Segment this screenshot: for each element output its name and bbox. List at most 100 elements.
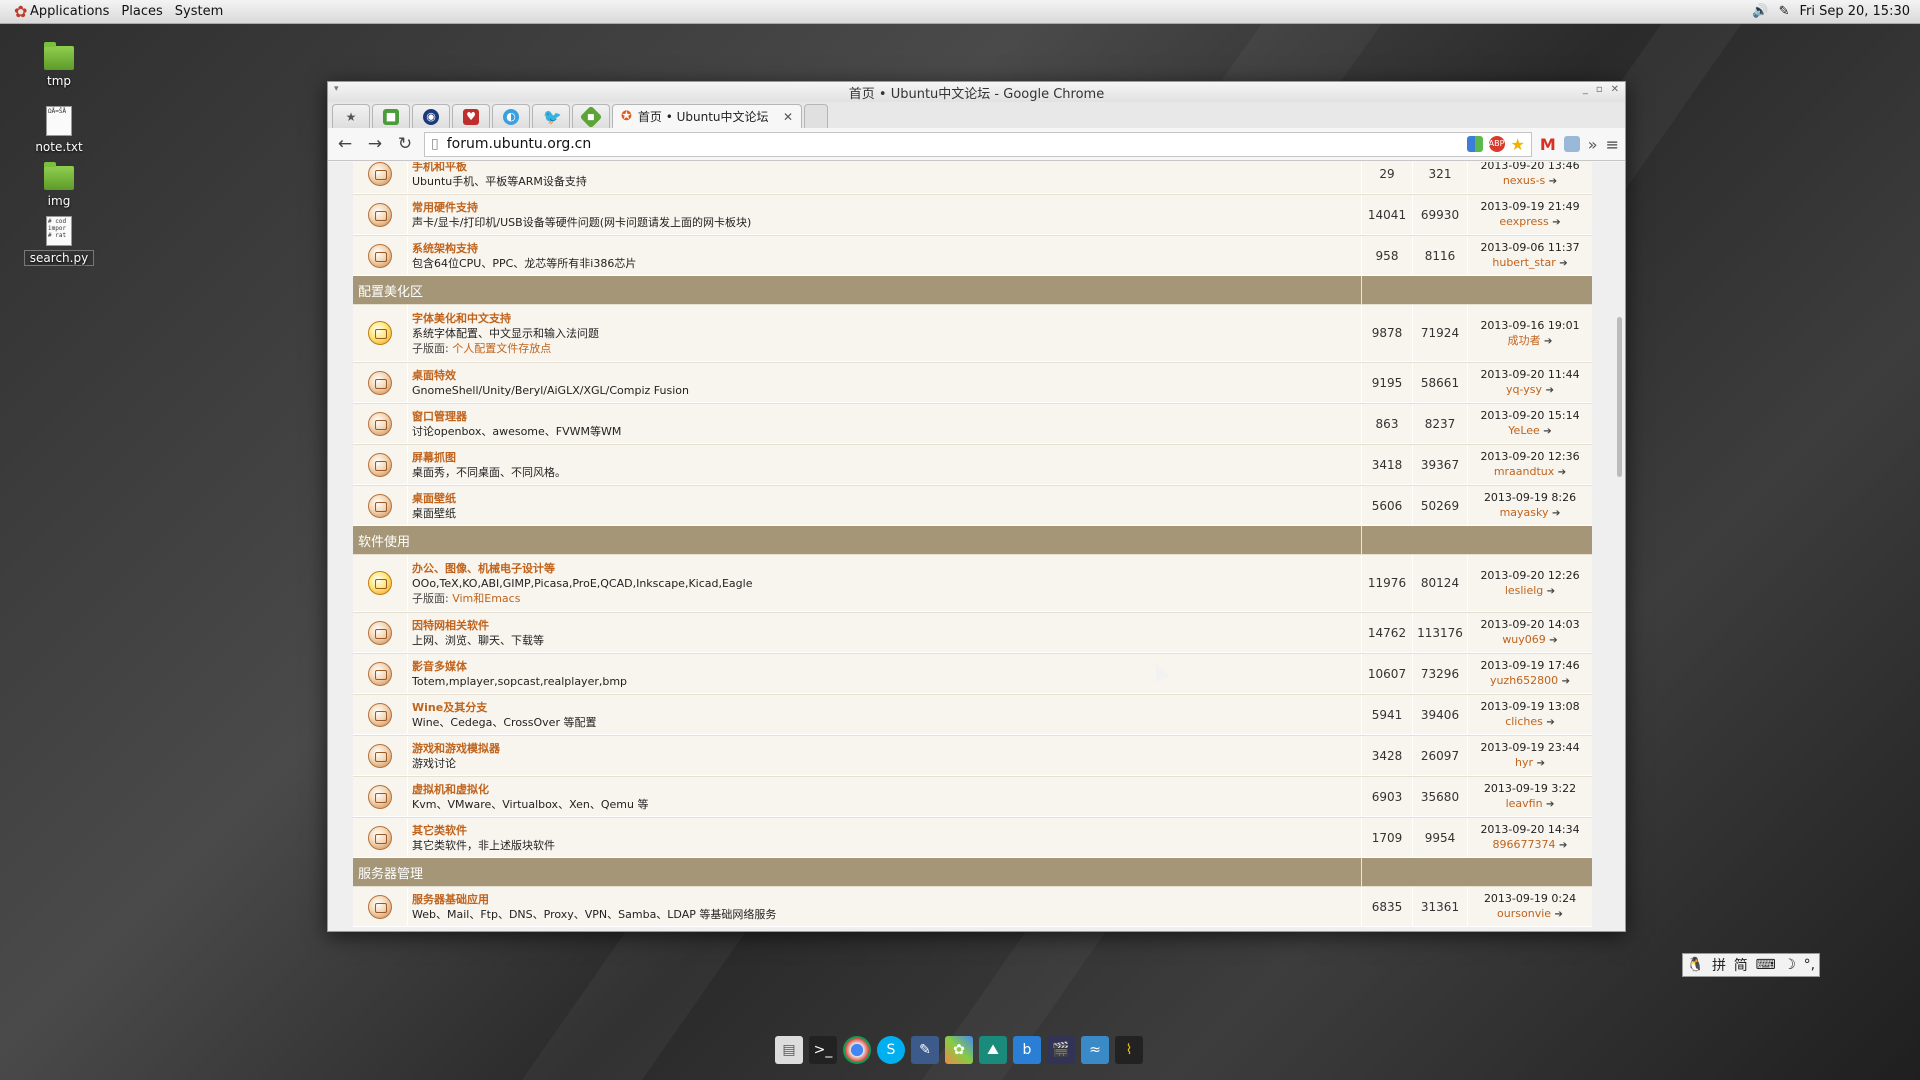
tab-pinned-2[interactable]: ◉ <box>412 104 450 128</box>
subforum-link[interactable]: 个人配置文件存放点 <box>452 342 551 355</box>
tab-pinned-4[interactable]: ◐ <box>492 104 530 128</box>
last-post-user-link[interactable]: yuzh652800 <box>1490 674 1558 687</box>
goto-last-post-icon[interactable]: ➔ <box>1537 758 1545 769</box>
last-post-user-link[interactable]: nexus-s <box>1503 174 1545 187</box>
last-post-user-link[interactable]: leavfin <box>1506 797 1543 810</box>
applications-menu[interactable]: Applications <box>24 4 115 19</box>
forward-icon[interactable]: → <box>364 134 386 154</box>
video-icon[interactable]: 🎬 <box>1047 1036 1075 1064</box>
last-post-user-link[interactable]: cliches <box>1505 715 1543 728</box>
goto-last-post-icon[interactable]: ➔ <box>1546 385 1554 396</box>
tab-pinned-5[interactable]: 🐦 <box>532 104 570 128</box>
last-post-user-link[interactable]: wuy069 <box>1502 633 1545 646</box>
punctuation-icon[interactable]: °, <box>1804 957 1815 973</box>
page-scrollbar[interactable] <box>1617 162 1623 931</box>
places-menu[interactable]: Places <box>115 4 168 19</box>
halfwidth-icon[interactable]: ☽ <box>1783 957 1796 973</box>
last-post-user-link[interactable]: leslielg <box>1505 584 1543 597</box>
minimize-icon[interactable]: _ <box>1583 84 1588 95</box>
goto-last-post-icon[interactable]: ➔ <box>1549 176 1557 187</box>
goto-last-post-icon[interactable]: ➔ <box>1544 336 1552 347</box>
tab-pinned-1[interactable]: ■ <box>372 104 410 128</box>
forum-title-link[interactable]: 办公、图像、机械电子设计等 <box>412 561 1361 576</box>
system-menu[interactable]: System <box>169 4 229 19</box>
close-icon[interactable]: ✕ <box>1611 84 1619 95</box>
goto-last-post-icon[interactable]: ➔ <box>1543 426 1551 437</box>
last-post-user-link[interactable]: 成功者 <box>1508 334 1541 347</box>
network-icon[interactable]: ✎ <box>1779 4 1790 19</box>
translate-icon[interactable] <box>1466 136 1483 152</box>
last-post-user-link[interactable]: hyr <box>1515 756 1533 769</box>
goto-last-post-icon[interactable]: ➔ <box>1547 586 1555 597</box>
subforum-link[interactable]: Vim和Emacs <box>452 592 520 605</box>
desktop-icon-search[interactable]: # cod impor # rat search.py <box>24 216 94 266</box>
last-post-user-link[interactable]: oursonvie <box>1497 907 1551 920</box>
goto-last-post-icon[interactable]: ➔ <box>1546 799 1554 810</box>
category-title-link[interactable]: 软件使用 <box>353 526 1361 554</box>
tab-bookmarks[interactable]: ★ <box>332 104 370 128</box>
new-tab-button[interactable] <box>804 104 828 128</box>
forum-title-link[interactable]: 虚拟机和虚拟化 <box>412 782 1361 797</box>
forum-title-link[interactable]: 桌面特效 <box>412 368 1361 383</box>
simplified-toggle[interactable]: 简 <box>1734 955 1748 975</box>
forum-title-link[interactable]: 字体美化和中文支持 <box>412 311 1361 326</box>
last-post-user-link[interactable]: yq-ysy <box>1506 383 1542 396</box>
volume-icon[interactable]: 🔊 <box>1752 4 1768 19</box>
last-post-user-link[interactable]: mraandtux <box>1494 465 1554 478</box>
gmail-icon[interactable]: M <box>1540 135 1556 154</box>
panel-clock[interactable]: Fri Sep 20, 15:30 <box>1799 4 1910 19</box>
address-bar[interactable]: ▯ forum.ubuntu.org.cn ABP ★ <box>424 131 1532 157</box>
forum-title-link[interactable]: 手机和平板 <box>412 162 1361 174</box>
last-post-user-link[interactable]: 896677374 <box>1493 838 1556 851</box>
back-icon[interactable]: ← <box>334 134 356 154</box>
goto-last-post-icon[interactable]: ➔ <box>1558 467 1566 478</box>
tab-active[interactable]: ✪ 首页 • Ubuntu中文论坛 ✕ <box>612 104 802 128</box>
chrome-menu-icon[interactable]: ≡ <box>1606 135 1619 154</box>
system-monitor-icon[interactable]: ⌇ <box>1115 1036 1143 1064</box>
chrome-icon[interactable] <box>843 1036 871 1064</box>
fcitx-icon[interactable]: 🐧 <box>1687 957 1704 973</box>
forum-title-link[interactable]: Wine及其分支 <box>412 700 1361 715</box>
goto-last-post-icon[interactable]: ➔ <box>1552 217 1560 228</box>
maps-icon[interactable]: ⛰ <box>979 1036 1007 1064</box>
last-post-user-link[interactable]: eexpress <box>1499 215 1548 228</box>
forum-title-link[interactable]: 桌面壁纸 <box>412 491 1361 506</box>
paint-icon[interactable]: ✿ <box>945 1036 973 1064</box>
category-title-link[interactable]: 服务器管理 <box>353 858 1361 886</box>
tab-pinned-3[interactable]: ♥ <box>452 104 490 128</box>
last-post-user-link[interactable]: YeLee <box>1508 424 1540 437</box>
tab-close-icon[interactable]: ✕ <box>783 110 793 124</box>
goto-last-post-icon[interactable]: ➔ <box>1559 258 1567 269</box>
desktop-icon-note[interactable]: ΩÅ=ŠÅ note.txt <box>24 106 94 154</box>
forum-title-link[interactable]: 系统架构支持 <box>412 241 1361 256</box>
last-post-user-link[interactable]: hubert_star <box>1492 256 1555 269</box>
terminal-icon[interactable]: >_ <box>809 1036 837 1064</box>
files-icon[interactable]: ▤ <box>775 1036 803 1064</box>
reload-icon[interactable]: ↻ <box>394 134 416 154</box>
window-menu-icon[interactable]: ▾ <box>334 84 339 94</box>
extension-icon[interactable] <box>1563 136 1580 152</box>
window-titlebar[interactable]: ▾ 首页 • Ubuntu中文论坛 - Google Chrome _ ▫ ✕ <box>328 82 1625 102</box>
category-title-link[interactable]: 配置美化区 <box>353 276 1361 304</box>
last-post-user-link[interactable]: mayasky <box>1500 506 1549 519</box>
maximize-icon[interactable]: ▫ <box>1596 84 1603 95</box>
forum-title-link[interactable]: 服务器基础应用 <box>412 892 1361 907</box>
tab-pinned-6[interactable]: ◆ <box>572 104 610 128</box>
desktop-icon-tmp[interactable]: tmp <box>24 42 94 88</box>
gnome-foot-icon[interactable]: ✿ <box>8 3 27 20</box>
forum-title-link[interactable]: 其它类软件 <box>412 823 1361 838</box>
goto-last-post-icon[interactable]: ➔ <box>1562 676 1570 687</box>
skype-icon[interactable]: S <box>877 1036 905 1064</box>
forum-title-link[interactable]: 影音多媒体 <box>412 659 1361 674</box>
monitor-icon[interactable]: ≈ <box>1081 1036 1109 1064</box>
forum-title-link[interactable]: 窗口管理器 <box>412 409 1361 424</box>
editor-icon[interactable]: ✎ <box>911 1036 939 1064</box>
bing-icon[interactable]: b <box>1013 1036 1041 1064</box>
adblock-icon[interactable]: ABP <box>1488 136 1505 152</box>
bookmark-star-icon[interactable]: ★ <box>1511 135 1525 154</box>
goto-last-post-icon[interactable]: ➔ <box>1549 635 1557 646</box>
desktop-icon-img[interactable]: img <box>24 162 94 208</box>
goto-last-post-icon[interactable]: ➔ <box>1552 508 1560 519</box>
pinyin-toggle[interactable]: 拼 <box>1712 955 1726 975</box>
keyboard-icon[interactable]: ⌨ <box>1755 957 1775 973</box>
